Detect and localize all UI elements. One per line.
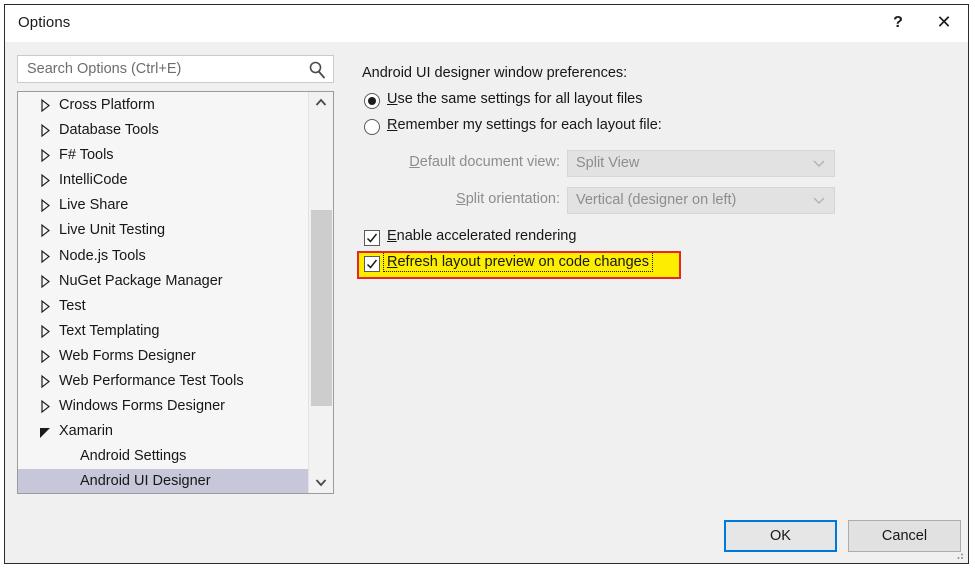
ok-button[interactable]: OK	[724, 520, 837, 552]
triangle-collapsed-icon[interactable]	[38, 118, 52, 143]
access-key: D	[409, 154, 420, 170]
combobox-value: Vertical (designer on left)	[576, 192, 737, 208]
tree-item-label: Node.js Tools	[59, 247, 146, 264]
triangle-collapsed-icon[interactable]	[38, 143, 52, 168]
label-rest: efault document view:	[419, 154, 560, 170]
triangle-collapsed-icon[interactable]	[38, 344, 52, 369]
tree-item-label: Web Performance Test Tools	[59, 373, 244, 390]
tree-list: Cross Platform Database Tools F# Tools Inte…	[18, 93, 309, 493]
tree-item-label: Xamarin	[59, 423, 113, 440]
triangle-collapsed-icon[interactable]	[38, 269, 52, 294]
tree-item-web-forms-designer[interactable]: Web Forms Designer	[18, 344, 309, 369]
scrollbar-thumb[interactable]	[311, 210, 332, 406]
resize-grip[interactable]	[952, 548, 964, 560]
radio-indicator	[364, 119, 380, 135]
radio-indicator	[364, 93, 380, 109]
tree-item-node-js-tools[interactable]: Node.js Tools	[18, 244, 309, 269]
tree-item-android-settings[interactable]: Android Settings	[18, 444, 309, 469]
tree-item-label: NuGet Package Manager	[59, 272, 223, 289]
checkbox-label: Enable accelerated rendering	[387, 228, 576, 244]
split-orientation-combobox: Vertical (designer on left)	[567, 187, 835, 214]
radio-label: Use the same settings for all layout fil…	[387, 91, 643, 107]
tree-item-label: Database Tools	[59, 122, 159, 139]
red-annotation-box	[357, 251, 681, 279]
tree-item-android-ui-designer[interactable]: Android UI Designer	[18, 469, 309, 493]
tree-item-f-tools[interactable]: F# Tools	[18, 143, 309, 168]
label-rest: se the same settings for all layout file…	[397, 91, 643, 107]
window-title: Options	[18, 14, 71, 31]
options-category-tree[interactable]: Cross Platform Database Tools F# Tools Inte…	[17, 91, 334, 494]
tree-item-label: Test	[59, 297, 86, 314]
search-input[interactable]	[25, 60, 304, 78]
tree-item-label: Android UI Designer	[80, 473, 211, 490]
combobox-value: Split View	[576, 155, 640, 171]
tree-item-label: F# Tools	[59, 147, 114, 164]
chevron-up-icon	[315, 98, 327, 106]
access-key: R	[387, 117, 398, 133]
tree-scrollbar[interactable]	[308, 92, 333, 493]
tree-item-nuget-package-manager[interactable]: NuGet Package Manager	[18, 269, 309, 294]
options-dialog: Options ? ✕ Cross Platform Database Tools…	[4, 4, 969, 564]
tree-item-test[interactable]: Test	[18, 294, 309, 319]
access-key: S	[456, 191, 466, 207]
field-label: Default document view:	[362, 154, 560, 170]
triangle-collapsed-icon[interactable]	[38, 168, 52, 193]
checkbox-indicator	[364, 230, 380, 246]
tree-item-label: Windows Forms Designer	[59, 398, 225, 415]
tree-item-label: Android Settings	[80, 448, 187, 465]
triangle-collapsed-icon[interactable]	[38, 93, 52, 118]
tree-item-label: IntelliCode	[59, 172, 128, 189]
chevron-down-icon	[813, 160, 825, 168]
tree-item-database-tools[interactable]: Database Tools	[18, 118, 309, 143]
tree-item-label: Live Share	[59, 197, 129, 214]
triangle-collapsed-icon[interactable]	[38, 244, 52, 269]
tree-item-label: Cross Platform	[59, 97, 155, 113]
triangle-collapsed-icon[interactable]	[38, 218, 52, 243]
triangle-collapsed-icon[interactable]	[38, 394, 52, 419]
label-rest: nable accelerated rendering	[396, 228, 577, 244]
access-key: U	[387, 91, 398, 107]
triangle-collapsed-icon[interactable]	[38, 193, 52, 218]
tree-item-text-templating[interactable]: Text Templating	[18, 319, 309, 344]
tree-item-windows-forms-designer[interactable]: Windows Forms Designer	[18, 394, 309, 419]
search-icon	[309, 61, 325, 79]
tree-item-live-unit-testing[interactable]: Live Unit Testing	[18, 218, 309, 243]
title-bar: Options ? ✕	[5, 5, 968, 42]
tree-item-label: Web Forms Designer	[59, 347, 196, 364]
close-icon: ✕	[936, 12, 952, 32]
chevron-down-icon	[315, 479, 327, 487]
radio-label: Remember my settings for each layout fil…	[387, 117, 662, 133]
question-mark-icon: ?	[893, 14, 903, 31]
chevron-down-icon	[813, 197, 825, 205]
tree-item-label: Live Unit Testing	[59, 222, 166, 239]
scrollbar-up-button[interactable]	[309, 92, 333, 114]
label-rest: plit orientation:	[465, 191, 560, 207]
close-button[interactable]: ✕	[921, 5, 967, 40]
triangle-collapsed-icon[interactable]	[38, 319, 52, 344]
tree-item-label: Text Templating	[59, 322, 160, 339]
search-box[interactable]	[17, 55, 334, 83]
help-button[interactable]: ?	[875, 5, 921, 40]
triangle-expanded-icon[interactable]	[38, 419, 52, 444]
triangle-collapsed-icon[interactable]	[38, 369, 52, 394]
tree-item-cross-platform[interactable]: Cross Platform	[18, 93, 309, 118]
tree-item-intellicode[interactable]: IntelliCode	[18, 168, 309, 193]
cancel-button[interactable]: Cancel	[848, 520, 961, 552]
tree-item-live-share[interactable]: Live Share	[18, 193, 309, 218]
label-rest: emember my settings for each layout file…	[397, 117, 662, 133]
pane-heading: Android UI designer window preferences:	[362, 65, 628, 81]
tree-item-web-performance-test-tools[interactable]: Web Performance Test Tools	[18, 369, 309, 394]
access-key: E	[387, 228, 397, 244]
tree-item-xamarin[interactable]: Xamarin	[18, 419, 309, 444]
field-label: Split orientation:	[362, 191, 560, 207]
scrollbar-down-button[interactable]	[309, 471, 333, 493]
default-document-view-combobox: Split View	[567, 150, 835, 177]
check-icon	[366, 233, 378, 243]
triangle-collapsed-icon[interactable]	[38, 294, 52, 319]
